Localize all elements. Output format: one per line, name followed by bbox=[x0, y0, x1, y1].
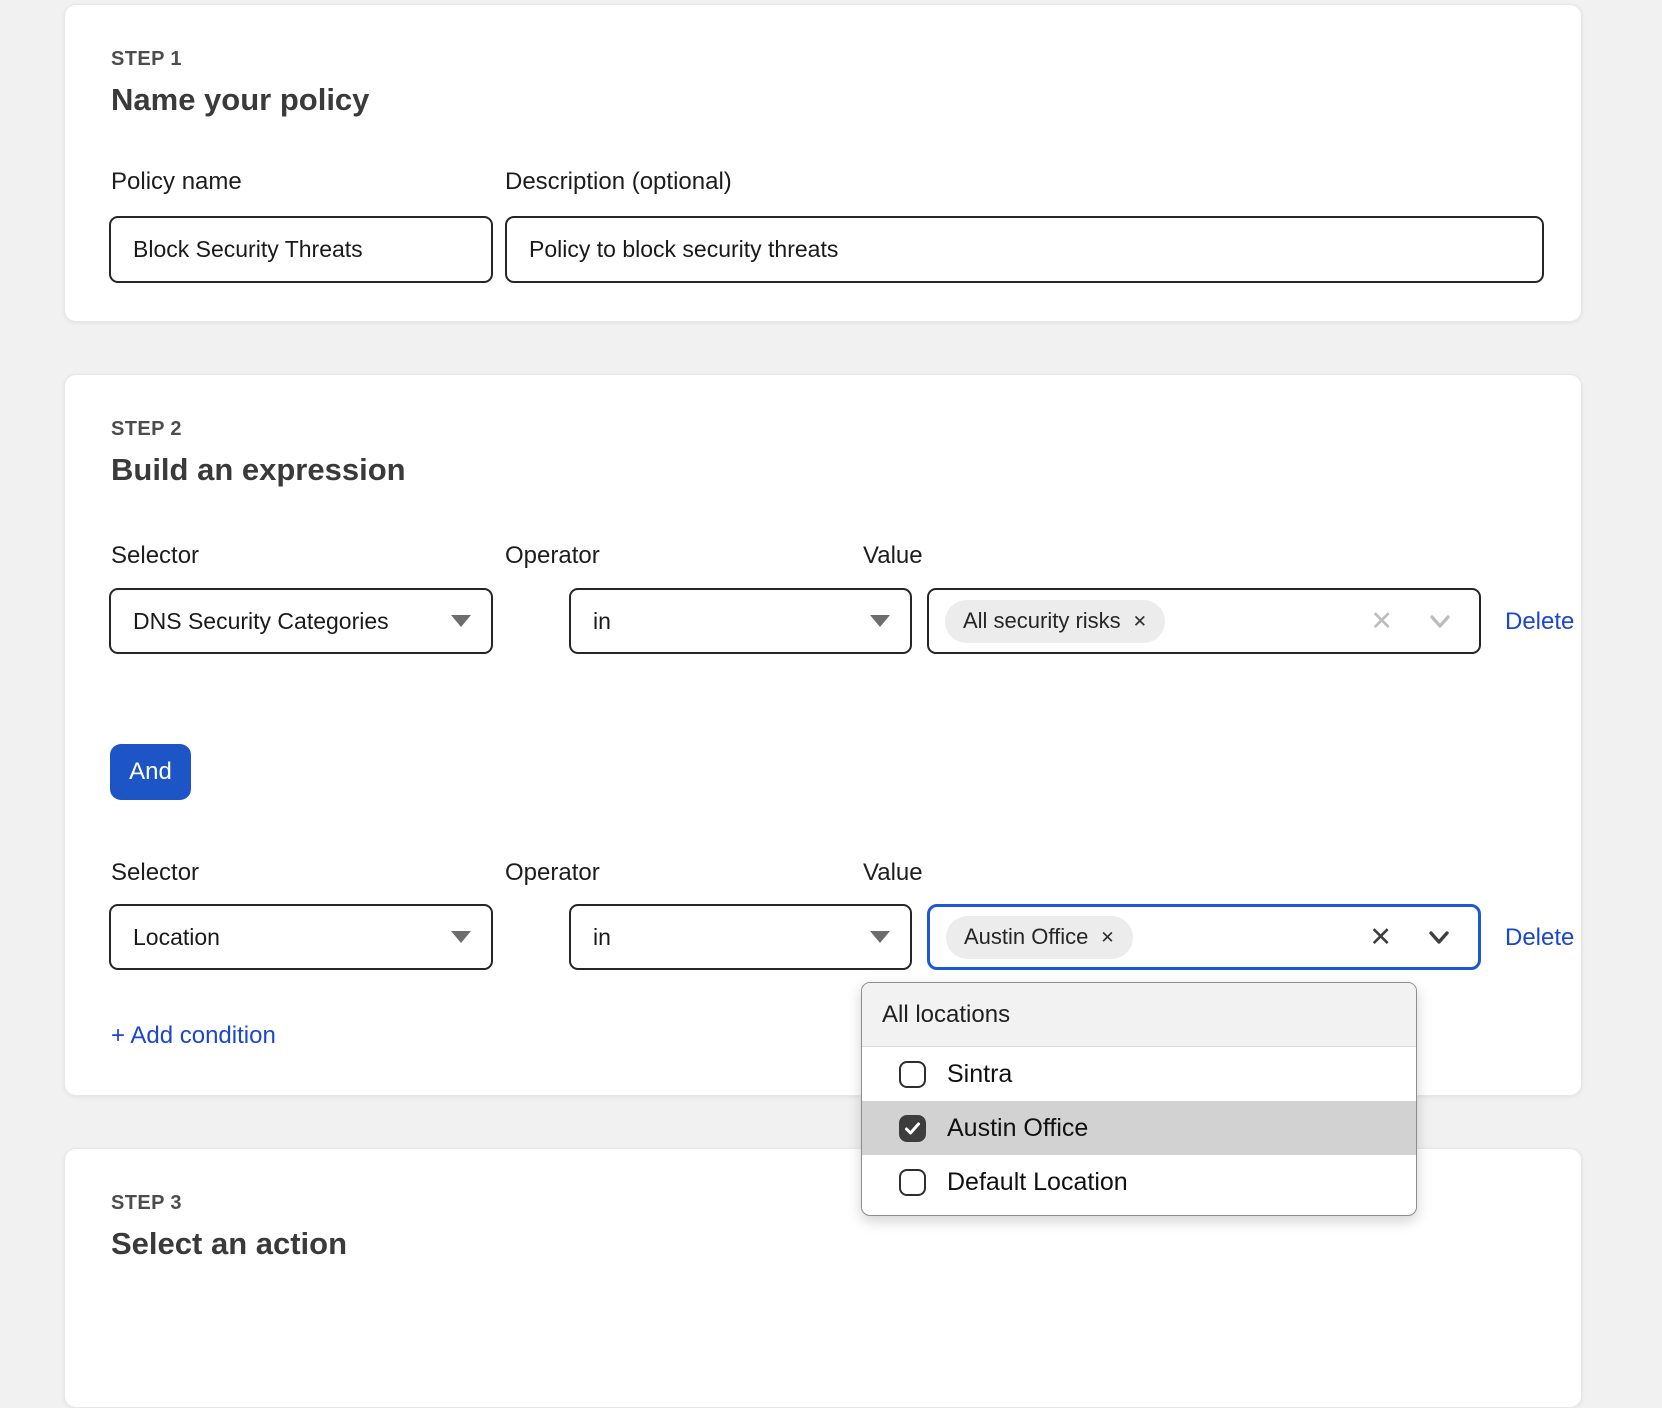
operator-value: in bbox=[593, 924, 611, 951]
remove-tag-icon[interactable]: ✕ bbox=[1133, 613, 1147, 630]
description-label: Description (optional) bbox=[505, 170, 732, 194]
value-tag-label: Austin Office bbox=[964, 924, 1088, 950]
operator-dropdown[interactable]: in bbox=[569, 904, 912, 970]
step1-label: STEP 1 bbox=[111, 49, 182, 69]
condition-row: DNS Security Categories in All security … bbox=[109, 588, 1543, 654]
value-tag-label: All security risks bbox=[963, 608, 1121, 634]
selector-dropdown[interactable]: DNS Security Categories bbox=[109, 588, 493, 654]
step3-title: Select an action bbox=[111, 1228, 347, 1259]
operator-column-label: Operator bbox=[505, 861, 600, 885]
value-tag: Austin Office ✕ bbox=[946, 916, 1133, 959]
selector-column-label: Selector bbox=[111, 544, 199, 568]
option-label: Austin Office bbox=[947, 1114, 1088, 1143]
selector-value: Location bbox=[133, 924, 220, 951]
chevron-down-icon bbox=[870, 931, 890, 943]
chevron-down-icon bbox=[451, 931, 471, 943]
condition-row: Location in Austin Office ✕ ✕ Delete bbox=[109, 904, 1543, 970]
checkbox-checked-icon[interactable] bbox=[899, 1115, 926, 1142]
value-multiselect[interactable]: All security risks ✕ ✕ bbox=[927, 588, 1481, 654]
clear-all-icon[interactable]: ✕ bbox=[1369, 924, 1392, 951]
policy-name-input[interactable] bbox=[109, 216, 493, 283]
dropdown-option-default-location[interactable]: Default Location bbox=[862, 1155, 1416, 1209]
option-label: Sintra bbox=[947, 1060, 1012, 1089]
step1-title: Name your policy bbox=[111, 84, 369, 115]
operator-value: in bbox=[593, 608, 611, 635]
chevron-down-icon[interactable] bbox=[1425, 606, 1455, 636]
step2-title: Build an expression bbox=[111, 454, 406, 485]
value-tag: All security risks ✕ bbox=[945, 600, 1165, 643]
policy-name-label: Policy name bbox=[111, 170, 242, 194]
locations-dropdown-panel: All locations Sintra Austin Office Defau… bbox=[861, 982, 1417, 1216]
checkbox-unchecked-icon[interactable] bbox=[899, 1169, 926, 1196]
selector-column-label: Selector bbox=[111, 861, 199, 885]
step3-label: STEP 3 bbox=[111, 1193, 182, 1213]
value-column-label: Value bbox=[863, 544, 923, 568]
chevron-down-icon bbox=[870, 615, 890, 627]
description-input[interactable] bbox=[505, 216, 1544, 283]
add-condition-link[interactable]: + Add condition bbox=[111, 1024, 276, 1048]
and-operator-button[interactable]: And bbox=[110, 744, 191, 800]
chevron-down-icon[interactable] bbox=[1424, 922, 1454, 952]
dropdown-option-austin-office[interactable]: Austin Office bbox=[862, 1101, 1416, 1155]
delete-condition-link[interactable]: Delete bbox=[1505, 926, 1574, 950]
checkbox-unchecked-icon[interactable] bbox=[899, 1061, 926, 1088]
step1-card: STEP 1 Name your policy Policy name Desc… bbox=[64, 4, 1582, 322]
delete-condition-link[interactable]: Delete bbox=[1505, 610, 1574, 634]
remove-tag-icon[interactable]: ✕ bbox=[1100, 929, 1114, 946]
dropdown-group-header: All locations bbox=[862, 983, 1416, 1047]
clear-all-icon[interactable]: ✕ bbox=[1370, 608, 1393, 635]
dropdown-option-sintra[interactable]: Sintra bbox=[862, 1047, 1416, 1101]
step2-label: STEP 2 bbox=[111, 419, 182, 439]
selector-dropdown[interactable]: Location bbox=[109, 904, 493, 970]
operator-dropdown[interactable]: in bbox=[569, 588, 912, 654]
selector-value: DNS Security Categories bbox=[133, 608, 389, 635]
option-label: Default Location bbox=[947, 1168, 1128, 1197]
value-multiselect-focused[interactable]: Austin Office ✕ ✕ bbox=[927, 904, 1481, 970]
value-column-label: Value bbox=[863, 861, 923, 885]
chevron-down-icon bbox=[451, 615, 471, 627]
operator-column-label: Operator bbox=[505, 544, 600, 568]
